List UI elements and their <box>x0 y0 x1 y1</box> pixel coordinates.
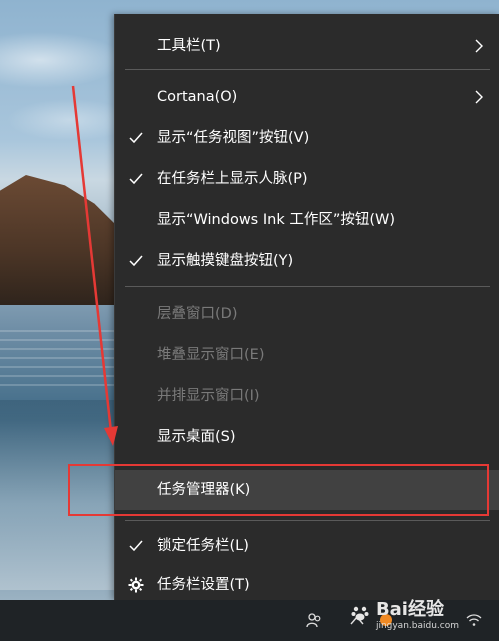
annotation-arrow-icon <box>71 85 118 446</box>
baidu-watermark: Bai经验 jingyan.baidu.com <box>350 595 459 631</box>
watermark-url: jingyan.baidu.com <box>375 621 459 631</box>
network-icon[interactable] <box>462 608 486 632</box>
watermark-text: Bai经验 <box>375 599 444 620</box>
paw-icon <box>351 606 369 621</box>
people-icon[interactable] <box>302 608 326 632</box>
